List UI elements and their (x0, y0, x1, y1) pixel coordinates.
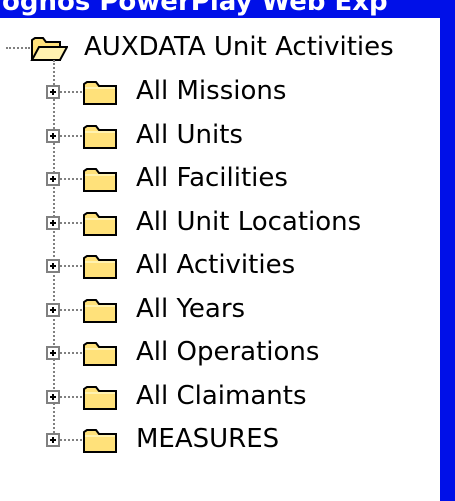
folder-icon (83, 168, 117, 192)
tree-item[interactable]: All Years (0, 290, 440, 330)
tree-connector (6, 47, 30, 49)
tree-connector (60, 91, 82, 93)
tree-root-label: AUXDATA Unit Activities (84, 32, 394, 62)
dimension-tree: AUXDATA Unit Activities All Missions All … (0, 18, 440, 501)
tree-item-label: All Years (136, 294, 246, 324)
folder-icon (83, 212, 117, 236)
tree-item-label: All Missions (136, 76, 287, 106)
expand-plus-icon[interactable] (46, 259, 60, 273)
tree-item[interactable]: All Activities (0, 246, 440, 286)
window-title-bar: ognos PowerPlay Web Exp (0, 0, 455, 18)
tree-item-label: All Operations (136, 337, 320, 367)
tree-connector (60, 178, 82, 180)
tree-connector (60, 222, 82, 224)
tree-item-label: All Facilities (136, 163, 288, 193)
tree-item[interactable]: All Units (0, 116, 440, 156)
tree-root-node[interactable]: AUXDATA Unit Activities (0, 28, 440, 68)
tree-connector (60, 309, 82, 311)
tree-item-label: MEASURES (136, 424, 280, 454)
folder-icon (83, 125, 117, 149)
tree-item[interactable]: All Claimants (0, 377, 440, 417)
folder-icon (83, 342, 117, 366)
tree-connector (60, 439, 82, 441)
tree-item-label: All Units (136, 120, 243, 150)
tree-item[interactable]: All Facilities (0, 159, 440, 199)
folder-icon (83, 429, 117, 453)
window-title: ognos PowerPlay Web Exp (2, 0, 388, 17)
tree-item-label: All Unit Locations (136, 207, 362, 237)
tree-connector (60, 265, 82, 267)
folder-icon (83, 299, 117, 323)
folder-icon (83, 255, 117, 279)
expand-plus-icon[interactable] (46, 433, 60, 447)
expand-plus-icon[interactable] (46, 390, 60, 404)
tree-item-label: All Activities (136, 250, 296, 280)
tree-item[interactable]: All Missions (0, 72, 440, 112)
expand-plus-icon[interactable] (46, 346, 60, 360)
expand-plus-icon[interactable] (46, 172, 60, 186)
expand-plus-icon[interactable] (46, 216, 60, 230)
tree-connector (60, 135, 82, 137)
tree-item[interactable]: All Unit Locations (0, 203, 440, 243)
folder-icon (83, 81, 117, 105)
tree-connector (60, 352, 82, 354)
open-folder-icon (30, 37, 68, 61)
tree-item[interactable]: All Operations (0, 333, 440, 373)
tree-panel: AUXDATA Unit Activities All Missions All … (0, 18, 440, 501)
expand-plus-icon[interactable] (46, 303, 60, 317)
tree-connector (60, 396, 82, 398)
expand-plus-icon[interactable] (46, 129, 60, 143)
expand-plus-icon[interactable] (46, 85, 60, 99)
tree-item-label: All Claimants (136, 381, 307, 411)
folder-icon (83, 386, 117, 410)
tree-item[interactable]: MEASURES (0, 420, 440, 460)
